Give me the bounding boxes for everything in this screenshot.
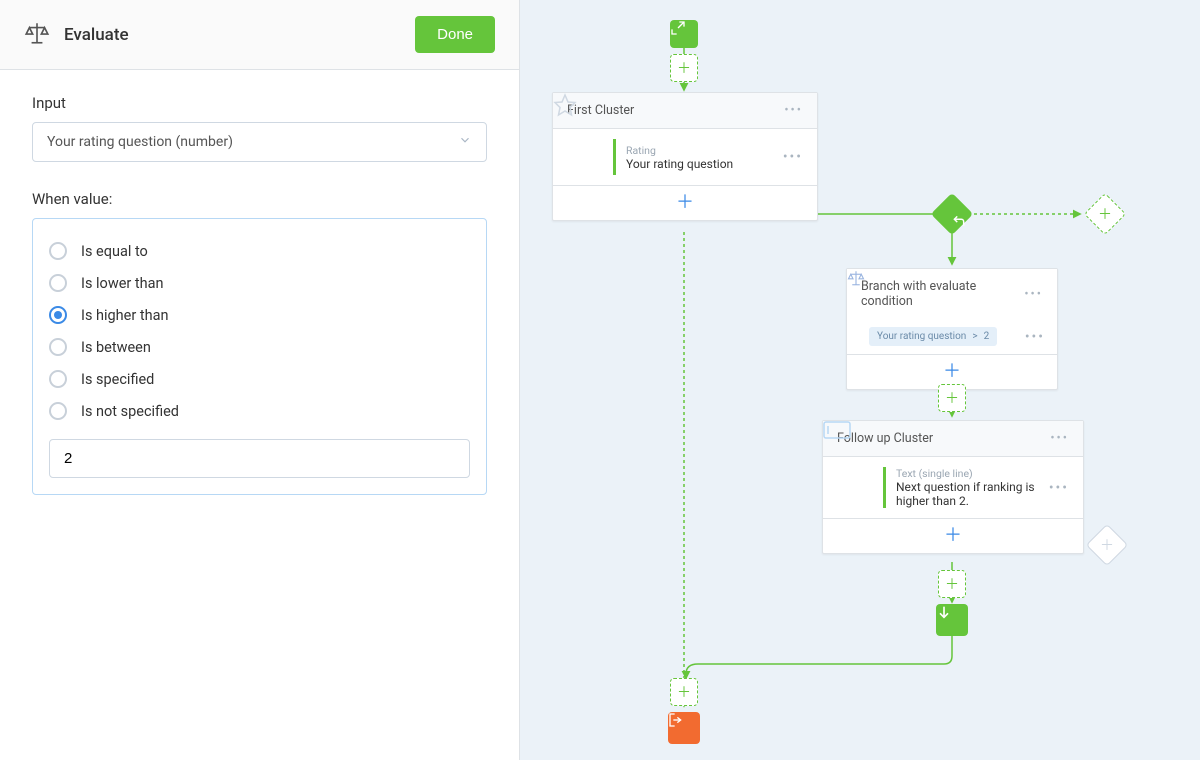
cluster-first[interactable]: First Cluster ••• Rating Your rating que… (552, 92, 818, 221)
radio-label: Is lower than (81, 275, 164, 292)
flow-start-icon[interactable] (670, 20, 698, 48)
radio-label: Is specified (81, 371, 154, 388)
star-icon (567, 139, 603, 175)
evaluate-expression: Your rating question > 2 (869, 327, 997, 346)
question-row[interactable]: Rating Your rating question ••• (553, 129, 817, 186)
radio-sp[interactable]: Is specified (49, 363, 470, 395)
accent-bar (613, 139, 616, 175)
flow-continue-icon[interactable] (936, 604, 968, 636)
radio-label: Is between (81, 339, 151, 356)
panel-header: Evaluate Done (0, 0, 519, 70)
radio-lt[interactable]: Is lower than (49, 267, 470, 299)
radio-icon (49, 242, 67, 260)
input-label: Input (32, 94, 487, 112)
text-input-icon (837, 470, 873, 506)
radio-eq[interactable]: Is equal to (49, 235, 470, 267)
add-question-button[interactable]: ＋ (553, 186, 817, 220)
radio-icon (49, 306, 67, 324)
question-type: Rating (626, 144, 773, 157)
question-text: Your rating question (626, 157, 773, 171)
more-icon[interactable]: ••• (1025, 329, 1045, 345)
panel-body: Input Your rating question (number) When… (0, 70, 519, 519)
done-button[interactable]: Done (415, 16, 495, 53)
accent-bar (883, 467, 886, 508)
input-select[interactable]: Your rating question (number) (32, 122, 487, 162)
radio-label: Is not specified (81, 403, 179, 420)
add-placeholder-bottom[interactable]: ＋ (670, 678, 698, 706)
cluster-followup[interactable]: Follow up Cluster ••• Text (single line)… (822, 420, 1084, 554)
question-row[interactable]: Text (single line) Next question if rank… (823, 457, 1083, 519)
cluster-followup-title: Follow up Cluster (837, 431, 933, 446)
plus-icon: ＋ (1100, 535, 1114, 555)
more-icon[interactable]: ••• (784, 103, 803, 118)
more-icon[interactable]: ••• (783, 149, 803, 165)
radio-icon (49, 402, 67, 420)
add-placeholder-mid[interactable]: ＋ (938, 384, 966, 412)
radio-label: Is equal to (81, 243, 148, 260)
scales-icon (24, 20, 50, 50)
radio-icon (49, 274, 67, 292)
radio-label: Is higher than (81, 307, 169, 324)
flow-canvas[interactable]: ＋ First Cluster ••• Rating Your rating q… (520, 0, 1200, 760)
add-placeholder-top[interactable]: ＋ (670, 54, 698, 82)
radio-ns[interactable]: Is not specified (49, 395, 470, 427)
question-text: Next question if ranking is higher than … (896, 480, 1039, 508)
radio-bt[interactable]: Is between (49, 331, 470, 363)
evaluate-panel: Evaluate Done Input Your rating question… (0, 0, 520, 760)
when-value-label: When value: (32, 190, 487, 208)
add-placeholder-below[interactable]: ＋ (938, 570, 966, 598)
branch-node[interactable]: Branch with evaluate condition ••• Your … (846, 268, 1058, 390)
plus-icon: ＋ (1098, 204, 1112, 224)
more-icon[interactable]: ••• (1024, 287, 1043, 302)
radio-icon (49, 370, 67, 388)
cluster-first-title: First Cluster (567, 103, 634, 118)
flow-end-icon[interactable] (668, 712, 700, 744)
radio-gt[interactable]: Is higher than (49, 299, 470, 331)
threshold-input[interactable] (49, 439, 470, 478)
more-icon[interactable]: ••• (1049, 480, 1069, 496)
branch-title: Branch with evaluate condition (861, 279, 1024, 309)
more-icon[interactable]: ••• (1050, 431, 1069, 446)
radio-icon (49, 338, 67, 356)
chevron-down-icon (458, 133, 472, 151)
add-question-button[interactable]: ＋ (823, 519, 1083, 553)
input-select-value: Your rating question (number) (47, 134, 233, 150)
panel-title: Evaluate (64, 25, 129, 45)
options-box: Is equal to Is lower than Is higher than Is… (32, 218, 487, 495)
question-type: Text (single line) (896, 467, 1039, 480)
